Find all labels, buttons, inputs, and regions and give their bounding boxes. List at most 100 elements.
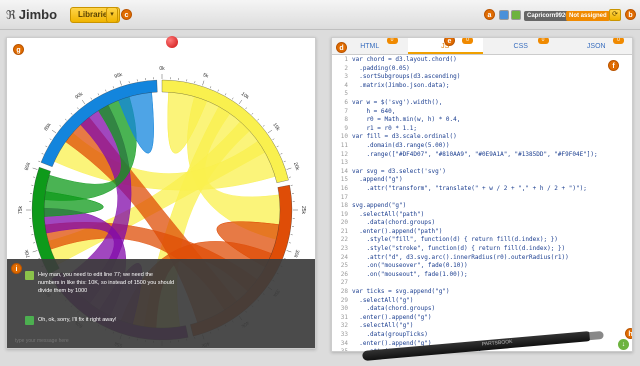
avatar-icon: [25, 271, 34, 280]
line-number: 19: [340, 210, 348, 218]
line-number: 6: [344, 98, 348, 106]
annotation-badge-f: f: [608, 60, 619, 71]
line-number: 21: [340, 227, 348, 235]
code-line[interactable]: 10 var fill = d3.scale.ordinal(): [332, 133, 632, 142]
code-line[interactable]: 15 .append("g"): [332, 176, 632, 185]
code-line[interactable]: 12 .range(["#DF4D07", "#810AA9", "#0E9A1…: [332, 150, 632, 160]
line-text: .style("stroke", function(d) { return fi…: [352, 245, 566, 253]
code-line[interactable]: 7 h = 640,: [332, 107, 632, 117]
refresh-button[interactable]: ⟳: [609, 9, 621, 21]
code-line[interactable]: 31 .enter().append("g"): [332, 313, 632, 323]
line-number: 26: [340, 270, 348, 278]
code-line[interactable]: 5: [332, 90, 632, 99]
chord-tick: [283, 160, 286, 162]
line-number: 31: [340, 313, 348, 321]
code-editor-panel: HTML 0 JS 0 CSS 0 JSON 0 1 var chord = d3…: [331, 37, 633, 352]
tab-count-badge: 0: [613, 38, 624, 44]
logo-icon: ℜ: [6, 7, 16, 22]
code-line[interactable]: 19 .selectAll("path"): [332, 210, 632, 220]
code-line[interactable]: 14 var svg = d3.select('svg'): [332, 167, 632, 177]
code-line[interactable]: 13: [332, 159, 632, 168]
download-icon[interactable]: ↓: [618, 339, 629, 350]
chord-tick-label: 80k: [24, 161, 32, 171]
code-line[interactable]: 8 r0 = Math.min(w, h) * 0.4,: [332, 116, 632, 125]
chord-tick: [45, 145, 48, 148]
chord-tick-label: 95k: [114, 72, 124, 80]
line-text: .sortSubgroups(d3.ascending): [352, 73, 461, 81]
line-text: var svg = d3.select('svg'): [352, 167, 446, 175]
line-number: 29: [340, 296, 348, 304]
chord-tick: [70, 112, 73, 115]
code-line[interactable]: 25 .on("mouseover", fade(0.10)): [332, 262, 632, 271]
chord-tick: [262, 125, 265, 127]
chat-input[interactable]: [15, 336, 305, 345]
chord-tick-label: 10k: [240, 91, 250, 101]
chord-tick: [232, 97, 234, 100]
code-line[interactable]: 30 .data(chord.groups): [332, 305, 632, 314]
tab-css[interactable]: CSS 0: [483, 38, 559, 54]
code-line[interactable]: 11 .domain(d3.range(5.00)): [332, 141, 632, 151]
code-line[interactable]: 32 .selectAll("g"): [332, 322, 632, 331]
line-number: 14: [340, 167, 348, 175]
tab-count-badge: 0: [462, 38, 473, 44]
annotation-badge-g: g: [13, 44, 24, 55]
assignment-status-chip[interactable]: Not assigned: [566, 11, 610, 21]
line-number: 8: [344, 116, 348, 124]
chord-tick: [224, 93, 227, 96]
chord-tick: [77, 107, 79, 110]
line-text: .domain(d3.range(5.00)): [352, 141, 450, 149]
user-avatar-icon[interactable]: [499, 10, 509, 20]
chat-panel: Hey man, you need to edit line 77; we ne…: [7, 259, 315, 348]
chord-tick: [238, 99, 243, 105]
tab-count-badge: 0: [386, 38, 398, 44]
chat-message: Hey man, you need to edit line 77; we ne…: [25, 271, 175, 295]
chord-tick: [251, 112, 254, 115]
chord-tick-label: 70k: [24, 248, 32, 258]
pin-icon: [166, 36, 178, 48]
chord-tick: [257, 118, 260, 121]
chord-tick: [217, 89, 219, 92]
line-text: var chord = d3.layout.chord(): [352, 56, 457, 63]
line-text: .data(chord.groups): [352, 219, 436, 227]
chord-tick: [41, 153, 44, 155]
code-line[interactable]: 16 .attr("transform", "translate(" + w /…: [332, 184, 632, 194]
line-number: 16: [340, 184, 348, 192]
line-text: .range(["#DF4D07", "#810AA9", "#0E9A1A",…: [352, 150, 598, 158]
code-line[interactable]: 20 .data(chord.groups): [332, 219, 632, 228]
code-line[interactable]: 29 .selectAll("g"): [332, 296, 632, 306]
code-line[interactable]: 4 .matrix(Jimbo.json.data);: [332, 81, 632, 91]
code-line[interactable]: 1 var chord = d3.layout.chord(): [332, 56, 632, 65]
line-number: 1: [344, 56, 348, 63]
code-line[interactable]: 6 var w = $('svg').width(),: [332, 98, 632, 108]
code-line[interactable]: 23 .style("stroke", function(d) { return…: [332, 245, 632, 254]
code-line[interactable]: 3 .sortSubgroups(d3.ascending): [332, 73, 632, 82]
code-line[interactable]: 24 .attr("d", d3.svg.arc().innerRadius(r…: [332, 254, 632, 263]
code-editor[interactable]: 1 var chord = d3.layout.chord() 2 .padding…: [332, 56, 632, 351]
chord-tick: [276, 145, 279, 148]
line-text: .enter().append("path"): [352, 227, 443, 235]
chord-tick: [119, 80, 122, 86]
line-number: 4: [344, 81, 348, 89]
code-line[interactable]: 18 svg.append("g"): [332, 202, 632, 211]
code-line[interactable]: 26 .on("mouseout", fade(1.00));: [332, 270, 632, 280]
code-line[interactable]: 2 .padding(0.05): [332, 65, 632, 74]
code-line[interactable]: 9 r1 = r0 * 1.1;: [332, 125, 632, 134]
line-text: h = 640,: [352, 107, 396, 115]
code-line[interactable]: 17: [332, 194, 632, 203]
collaborator-avatar-icon[interactable]: [511, 10, 521, 20]
libraries-dropdown-icon[interactable]: ▾: [106, 7, 118, 23]
line-number: 34: [340, 339, 348, 347]
chord-tick-label: 30k: [292, 249, 300, 259]
chord-tick: [97, 93, 100, 96]
line-number: 10: [340, 133, 348, 141]
code-line[interactable]: 27: [332, 279, 632, 288]
line-number: 25: [340, 262, 348, 270]
code-line[interactable]: 22 .style("fill", function(d) { return f…: [332, 236, 632, 245]
code-line[interactable]: 28 var ticks = svg.append("g"): [332, 288, 632, 297]
app-logo[interactable]: ℜ Jimbo: [6, 7, 57, 22]
chord-tick: [32, 167, 38, 170]
user-name-chip[interactable]: Capricorn9926: [524, 11, 572, 21]
line-number: 11: [340, 141, 348, 149]
code-line[interactable]: 21 .enter().append("path"): [332, 227, 632, 237]
tab-json[interactable]: JSON 0: [559, 38, 633, 54]
